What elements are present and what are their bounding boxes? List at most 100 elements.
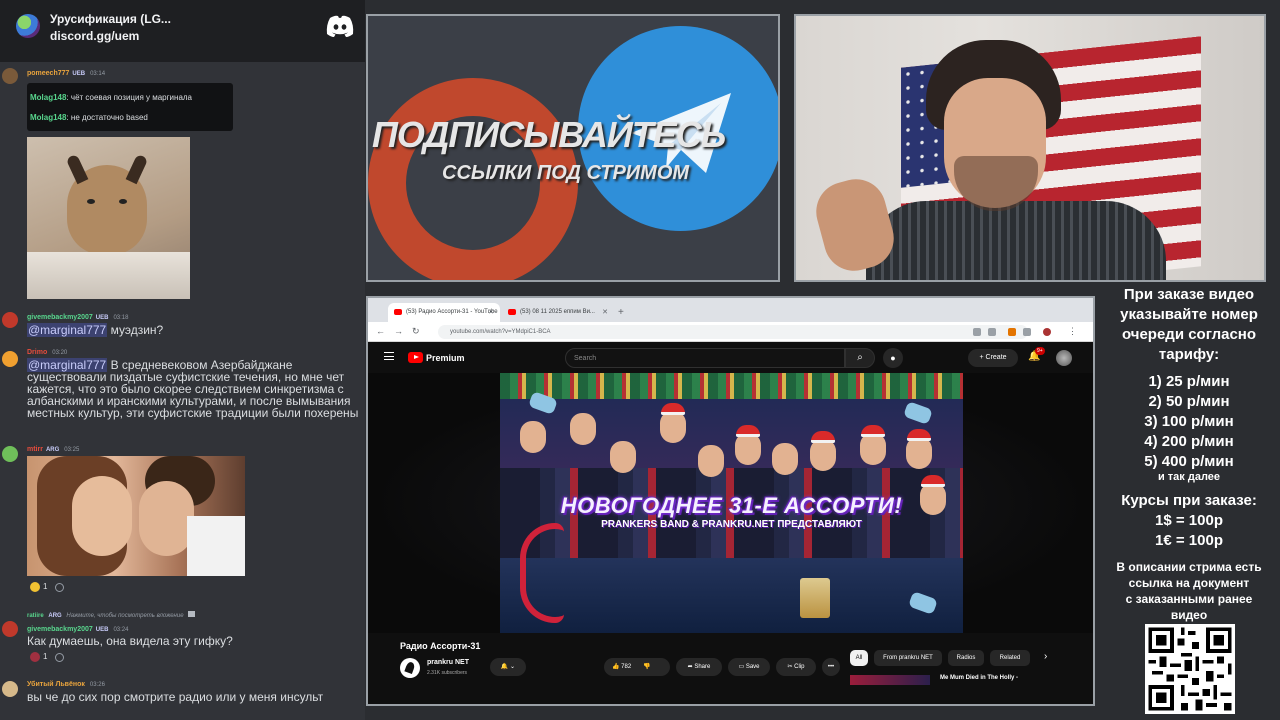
extension-icon[interactable] <box>988 328 996 336</box>
user-tag: UEB <box>95 315 109 321</box>
timestamp: 03:24 <box>113 627 129 633</box>
reaction[interactable]: 1 <box>30 652 65 662</box>
account-avatar[interactable] <box>1056 350 1072 366</box>
clip-button[interactable]: ✂ Clip <box>776 658 816 676</box>
add-reaction-icon[interactable] <box>55 582 65 592</box>
youtube-favicon-icon <box>508 309 516 315</box>
new-tab-icon[interactable]: + <box>618 307 624 318</box>
image-icon <box>188 611 196 617</box>
pricing-intro: тарифу: <box>1158 346 1220 363</box>
extension-icon[interactable] <box>973 328 981 336</box>
reaction[interactable]: 1 <box>30 582 65 592</box>
price-tier: 5) 400 р/мин <box>1144 453 1234 470</box>
forward-icon[interactable]: → <box>394 326 403 336</box>
attached-image[interactable] <box>27 456 245 576</box>
username[interactable]: Убитый Львёнок 03:26 <box>27 681 105 688</box>
notification-badge: 9+ <box>1035 347 1045 355</box>
browser-tab[interactable]: (53) 08 11 2025 еппим Ви... ✕ <box>502 303 614 322</box>
browser-tab-active[interactable]: (53) Радио Ассорти-31 - YouTube ✕ <box>388 303 500 322</box>
username-text: Drimo <box>27 349 48 356</box>
like-button[interactable]: 👍 782 👎 <box>604 658 670 676</box>
share-label: Share <box>694 664 711 670</box>
timestamp: 03:14 <box>90 71 106 77</box>
url-field[interactable]: youtube.com/watch?v=YMdpiC1-BCA <box>438 325 1028 339</box>
video-info: Радио Ассорти-31 prankru NET 2.31K subsc… <box>368 633 1093 704</box>
quote-line: Molag148: чёт соевая позиция у маргинала <box>30 93 193 102</box>
price-tier: 2) 50 р/мин <box>1148 393 1230 410</box>
menu-icon[interactable]: ⋮ <box>1068 326 1077 337</box>
message-body: муэдзин? <box>110 323 164 337</box>
price-tier: 1) 25 р/мин <box>1148 373 1230 390</box>
chevron-right-icon[interactable]: › <box>1044 651 1047 662</box>
chip-related[interactable]: Related <box>990 650 1030 666</box>
recommended-title[interactable]: Me Mum Died in The Holly - <box>940 675 1018 681</box>
subscribe-promo-panel: ПОДПИСЫВАЙТЕСЬ ССЫЛКИ ПОД СТРИМОМ <box>366 14 780 282</box>
channel-name[interactable]: prankru NET <box>427 659 469 666</box>
tab-label: (53) 08 11 2025 еппим Ви... <box>520 309 595 315</box>
save-label: Save <box>745 664 760 670</box>
youtube-logo-icon[interactable] <box>408 352 423 363</box>
profile-icon[interactable] <box>1043 328 1051 336</box>
pricing-panel: При заказе видео указывайте номер очеред… <box>1098 282 1280 720</box>
back-icon[interactable]: ← <box>376 326 385 336</box>
mention[interactable]: @marginal777 <box>27 323 108 337</box>
rates-title: Курсы при заказе: <box>1121 492 1257 509</box>
streamer-body <box>866 201 1166 280</box>
candles <box>800 578 830 618</box>
extension-icon[interactable] <box>1023 328 1031 336</box>
server-title: Урусификация (LG... <box>50 12 171 26</box>
username[interactable]: mtirr ARG 03:25 <box>27 446 79 453</box>
share-button[interactable]: ➦ Share <box>676 658 722 676</box>
quote-user: Molag148 <box>30 113 67 122</box>
timestamp: 03:25 <box>64 447 80 453</box>
pricing-intro: указывайте номер <box>1120 306 1258 323</box>
create-button[interactable]: + Create <box>968 349 1018 367</box>
quote-text: чёт соевая позиция у маргинала <box>70 93 193 102</box>
add-reaction-icon[interactable] <box>55 652 65 662</box>
search-icon[interactable]: ⌕ <box>845 348 875 368</box>
reply-preview[interactable]: ratiire ARG Нажмите, чтобы посмотреть вл… <box>27 611 196 619</box>
video-title: Радио Ассорти-31 <box>400 641 481 651</box>
recommended-thumbnail[interactable] <box>850 675 930 685</box>
youtube-brand[interactable]: Premium <box>426 353 465 363</box>
server-header: Урусификация (LG... discord.gg/uem <box>0 0 365 62</box>
chip-radios[interactable]: Radios <box>948 650 984 666</box>
username[interactable]: pomeech777 UEB 03:14 <box>27 70 105 77</box>
reload-icon[interactable]: ↻ <box>412 326 420 337</box>
discord-chat-overlay: Урусификация (LG... discord.gg/uem pomee… <box>0 0 365 720</box>
username-text: mtirr <box>27 446 43 453</box>
hamburger-menu-icon[interactable] <box>384 352 394 360</box>
reaction-count: 1 <box>43 652 48 662</box>
subscribe-bell-button[interactable]: 🔔 ⌄ <box>490 658 526 676</box>
extension-icon[interactable] <box>1008 328 1016 336</box>
save-button[interactable]: ▭ Save <box>728 658 770 676</box>
clip-label: Clip <box>794 664 805 670</box>
more-actions-icon[interactable]: ••• <box>822 658 840 676</box>
server-icon <box>16 14 40 38</box>
dislike-icon[interactable]: 👎 <box>643 664 650 670</box>
close-tab-icon[interactable]: ✕ <box>488 308 494 316</box>
pricing-intro: очереди согласно <box>1121 326 1257 343</box>
search-input[interactable]: Search <box>565 348 845 368</box>
timestamp: 03:18 <box>113 315 129 321</box>
youtube-header: Premium Search ⌕ ● + Create 🔔 9+ <box>368 343 1093 373</box>
caracal-gif[interactable] <box>27 137 190 299</box>
username-text: pomeech777 <box>27 70 70 77</box>
browser-window: (53) Радио Ассорти-31 - YouTube ✕ (53) 0… <box>366 296 1095 706</box>
username[interactable]: givemebackmy2007 UEB 03:24 <box>27 626 128 633</box>
like-count: 782 <box>621 664 632 670</box>
emoji-reaction-icon <box>30 652 40 662</box>
chip-all[interactable]: All <box>850 650 868 666</box>
timestamp: 03:20 <box>52 350 68 356</box>
username[interactable]: givemebackmy2007 UEB 03:18 <box>27 314 128 321</box>
microphone-icon[interactable]: ● <box>883 348 903 368</box>
username-text: Убитый Львёнок <box>27 681 85 688</box>
video-thumbnail[interactable]: НОВОГОДНЕЕ 31-Е АССОРТИ! PRANKERS BAND &… <box>500 373 963 633</box>
video-player[interactable]: НОВОГОДНЕЕ 31-Е АССОРТИ! PRANKERS BAND &… <box>368 373 1093 633</box>
reaction-count: 1 <box>43 582 48 592</box>
close-tab-icon[interactable]: ✕ <box>602 308 608 316</box>
timestamp: 03:26 <box>89 682 105 688</box>
username[interactable]: Drimo 03:20 <box>27 349 67 356</box>
channel-avatar[interactable] <box>400 658 420 678</box>
chip-from-channel[interactable]: From prankru NET <box>874 650 942 666</box>
